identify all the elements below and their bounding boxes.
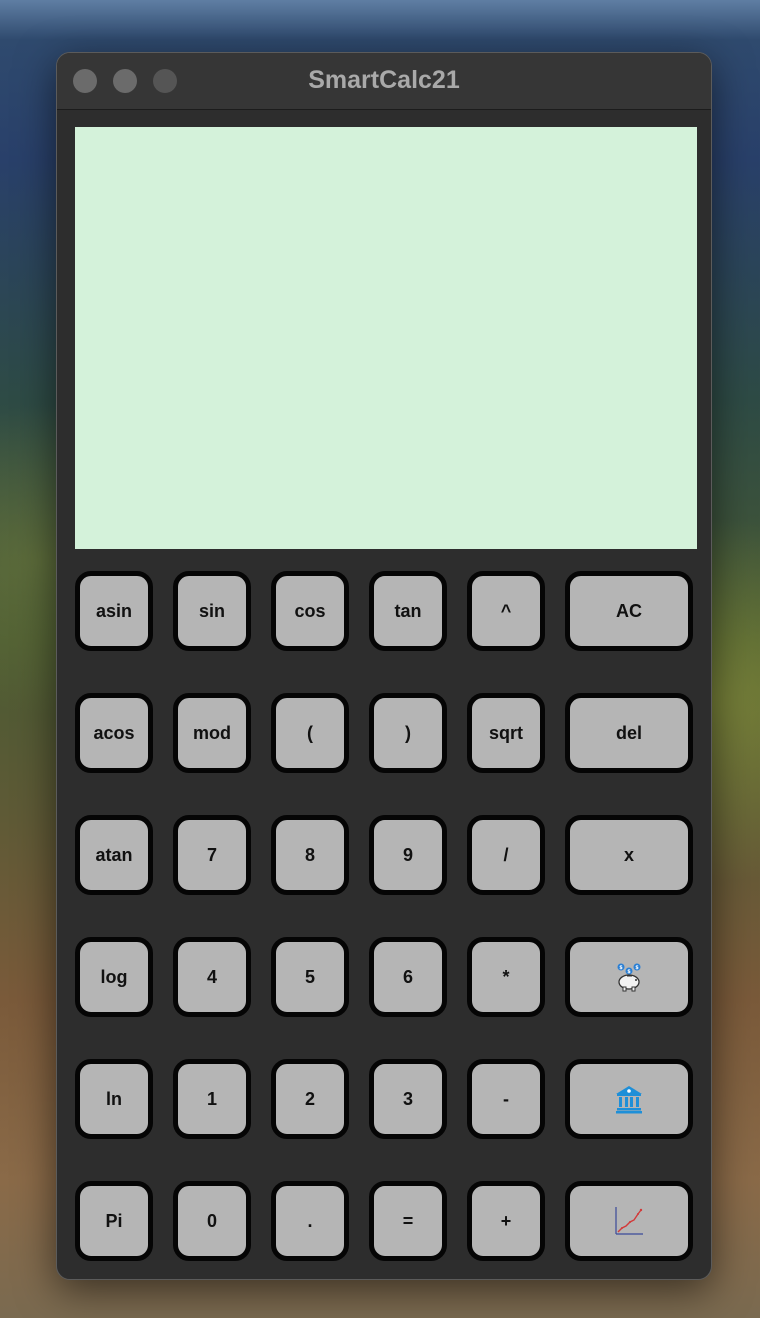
tan-button[interactable]: tan	[369, 571, 447, 651]
bank-icon	[616, 1086, 642, 1114]
asin-button[interactable]: asin	[75, 571, 153, 651]
mod-button[interactable]: mod	[173, 693, 251, 773]
sqrt-button[interactable]: sqrt	[467, 693, 545, 773]
digit-5-button[interactable]: 5	[271, 937, 349, 1017]
plot-graph-button[interactable]	[565, 1181, 693, 1261]
subtract-button[interactable]: -	[467, 1059, 545, 1139]
add-button[interactable]: +	[467, 1181, 545, 1261]
digit-2-button[interactable]: 2	[271, 1059, 349, 1139]
all-clear-button[interactable]: AC	[565, 571, 693, 651]
digit-6-button[interactable]: 6	[369, 937, 447, 1017]
expression-display[interactable]	[75, 127, 697, 549]
digit-3-button[interactable]: 3	[369, 1059, 447, 1139]
digit-9-button[interactable]: 9	[369, 815, 447, 895]
digit-1-button[interactable]: 1	[173, 1059, 251, 1139]
sin-button[interactable]: sin	[173, 571, 251, 651]
decimal-point-button[interactable]: .	[271, 1181, 349, 1261]
acos-button[interactable]: acos	[75, 693, 153, 773]
digit-8-button[interactable]: 8	[271, 815, 349, 895]
ln-button[interactable]: ln	[75, 1059, 153, 1139]
deposit-calculator-button[interactable]: $ $ $	[565, 937, 693, 1017]
calculator-window: SmartCalc21 asin sin cos tan ^ AC acos m…	[56, 52, 712, 1280]
cos-button[interactable]: cos	[271, 571, 349, 651]
multiply-button[interactable]: *	[467, 937, 545, 1017]
atan-button[interactable]: atan	[75, 815, 153, 895]
digit-0-button[interactable]: 0	[173, 1181, 251, 1261]
pi-button[interactable]: Pi	[75, 1181, 153, 1261]
title-bar[interactable]: SmartCalc21	[57, 53, 711, 110]
variable-x-button[interactable]: x	[565, 815, 693, 895]
digit-4-button[interactable]: 4	[173, 937, 251, 1017]
svg-text:$: $	[635, 965, 639, 971]
close-paren-button[interactable]: )	[369, 693, 447, 773]
digit-7-button[interactable]: 7	[173, 815, 251, 895]
credit-calculator-button[interactable]	[565, 1059, 693, 1139]
log-button[interactable]: log	[75, 937, 153, 1017]
window-title: SmartCalc21	[308, 66, 460, 94]
equals-button[interactable]: =	[369, 1181, 447, 1261]
delete-button[interactable]: del	[565, 693, 693, 773]
piggy-bank-icon: $ $ $	[617, 963, 641, 992]
svg-text:$: $	[627, 969, 631, 975]
svg-text:$: $	[619, 965, 623, 971]
divide-button[interactable]: /	[467, 815, 545, 895]
open-paren-button[interactable]: (	[271, 693, 349, 773]
graph-icon	[615, 1207, 643, 1235]
power-button[interactable]: ^	[467, 571, 545, 651]
